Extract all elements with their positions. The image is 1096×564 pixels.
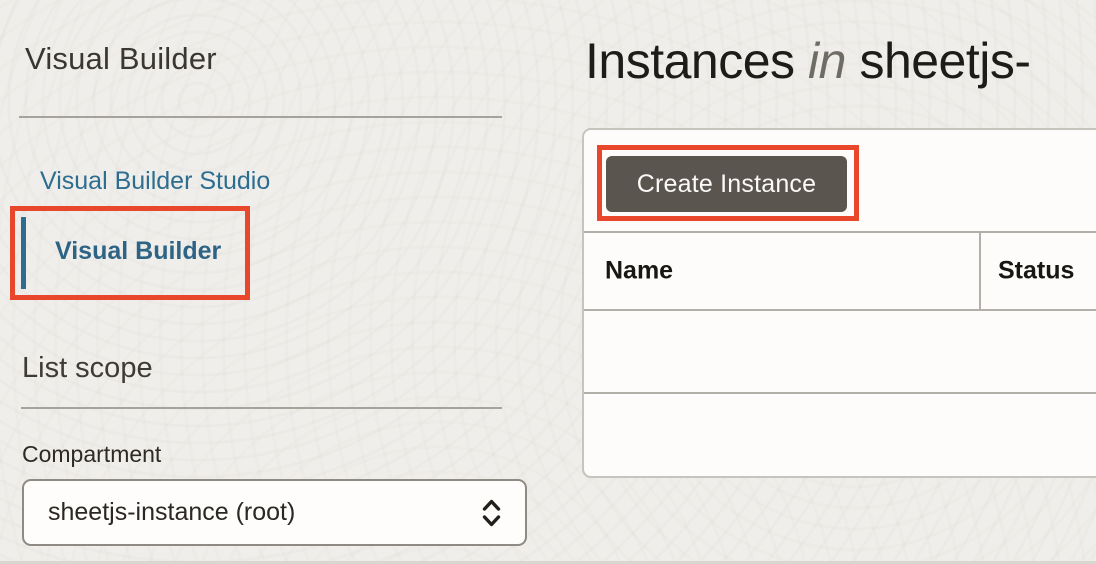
table-row — [584, 311, 1096, 394]
page-title: Instances in sheetjs- — [585, 33, 1031, 91]
selected-indicator — [21, 217, 26, 289]
sidebar-divider-top — [19, 116, 502, 118]
select-chevrons-icon — [482, 499, 501, 526]
column-header-name: Name — [605, 256, 674, 285]
page-title-base: Instances — [585, 33, 795, 89]
sidebar-title: Visual Builder — [25, 41, 217, 76]
table-header-row: Name Status — [584, 233, 1096, 311]
table-row — [584, 394, 1096, 472]
compartment-select-value: sheetjs-instance (root) — [48, 498, 296, 526]
instances-toolbar: Create Instance — [584, 130, 1096, 233]
app-root: Visual Builder Visual Builder Studio Vis… — [0, 0, 1096, 564]
sidebar-item-visual-builder[interactable]: Visual Builder — [55, 237, 221, 266]
create-instance-button[interactable]: Create Instance — [606, 156, 847, 212]
column-divider — [979, 233, 981, 309]
page-title-scope: sheetjs- — [859, 33, 1031, 89]
column-header-status: Status — [998, 256, 1075, 285]
page-title-connector: in — [808, 33, 846, 89]
list-scope-divider — [21, 407, 502, 409]
compartment-label: Compartment — [22, 441, 162, 467]
list-scope-title: List scope — [22, 352, 153, 384]
sidebar-item-visual-builder-studio[interactable]: Visual Builder Studio — [40, 167, 270, 196]
compartment-select[interactable]: sheetjs-instance (root) — [22, 479, 527, 546]
instances-panel: Create Instance Name Status — [582, 128, 1096, 478]
